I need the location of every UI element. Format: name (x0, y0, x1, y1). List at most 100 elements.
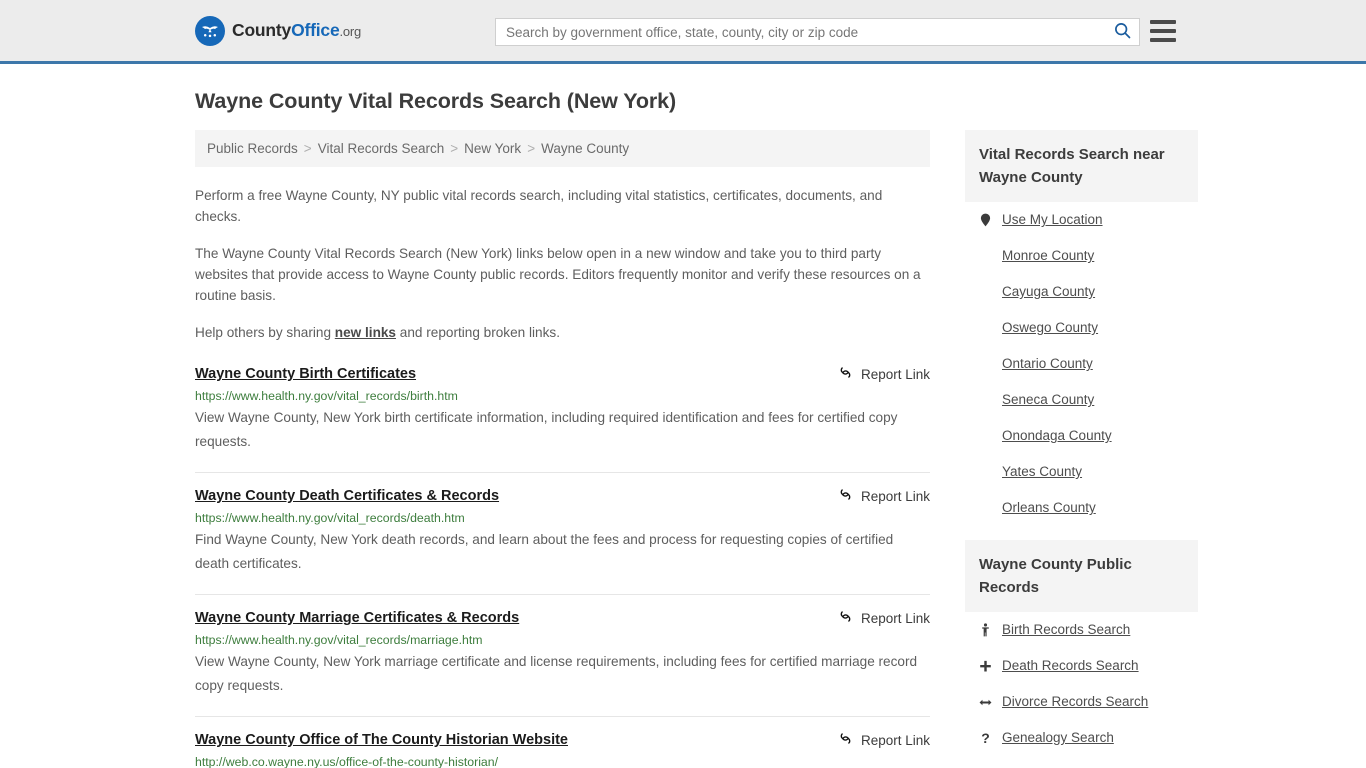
result-header: Wayne County Birth Certificates Report L… (195, 365, 930, 383)
sidebar-item-label[interactable]: Orleans County (1002, 499, 1096, 517)
sidebar-item-marriage-records-search[interactable]: Marriage Records Search (965, 756, 1198, 768)
result-title-link[interactable]: Wayne County Marriage Certificates & Rec… (195, 609, 519, 627)
sidebar-item-death-records-search[interactable]: Death Records Search (965, 648, 1198, 684)
sidebar-item-label[interactable]: Onondaga County (1002, 427, 1112, 445)
main-column: Public Records > Vital Records Search > … (195, 130, 930, 768)
intro-paragraph-1: Perform a free Wayne County, NY public v… (195, 188, 883, 224)
site-logo-text: CountyOffice.org (232, 20, 361, 41)
result-description: Find Wayne County, New York death record… (195, 532, 894, 571)
report-link-button[interactable]: Report Link (838, 731, 930, 749)
breadcrumb-item-public-records[interactable]: Public Records (207, 141, 298, 156)
results-list: Wayne County Birth Certificates Report L… (195, 365, 930, 768)
report-link-label: Report Link (860, 366, 930, 382)
logo-text-part3: .org (339, 24, 362, 39)
sidebar-item-cayuga-county[interactable]: Cayuga County (965, 274, 1198, 310)
result-item: Wayne County Death Certificates & Record… (195, 487, 930, 595)
sidebar-item-divorce-records-search[interactable]: Divorce Records Search (965, 684, 1198, 720)
sidebar-item-orleans-county[interactable]: Orleans County (965, 490, 1198, 526)
breadcrumb-item-wayne-county[interactable]: Wayne County (541, 141, 629, 156)
logo-text-part1: County (232, 20, 292, 40)
sidebar-item-seneca-county[interactable]: Seneca County (965, 382, 1198, 418)
result-header: Wayne County Office of The County Histor… (195, 731, 930, 749)
result-url[interactable]: https://www.health.ny.gov/vital_records/… (195, 632, 930, 648)
eagle-shield-logo-icon (195, 15, 225, 46)
left-right-arrow-icon (979, 697, 992, 708)
search-button[interactable] (1105, 19, 1139, 45)
sidebar-item-onondaga-county[interactable]: Onondaga County (965, 418, 1198, 454)
logo-text-part2: Office (291, 20, 340, 40)
cross-icon (979, 660, 992, 673)
result-title-link[interactable]: Wayne County Death Certificates & Record… (195, 487, 499, 505)
hamburger-bar (1150, 38, 1176, 42)
sidebar-item-label[interactable]: Use My Location (1002, 211, 1103, 229)
breadcrumb-separator: > (450, 141, 459, 156)
search-input[interactable] (496, 19, 1105, 45)
sidebar-item-genealogy-search[interactable]: ? Genealogy Search (965, 720, 1198, 756)
hamburger-menu-icon[interactable] (1150, 20, 1176, 42)
sidebar-item-monroe-county[interactable]: Monroe County (965, 238, 1198, 274)
sidebar-item-yates-county[interactable]: Yates County (965, 454, 1198, 490)
result-url[interactable]: https://www.health.ny.gov/vital_records/… (195, 510, 930, 526)
sidebar-item-use-my-location[interactable]: Use My Location (965, 202, 1198, 238)
page-title: Wayne County Vital Records Search (New Y… (195, 89, 677, 113)
sidebar-item-label[interactable]: Genealogy Search (1002, 729, 1114, 747)
breadcrumb-separator: > (303, 141, 312, 156)
result-title-link[interactable]: Wayne County Office of The County Histor… (195, 731, 568, 749)
magnifier-icon (1114, 22, 1131, 42)
baby-icon (979, 623, 992, 637)
intro-paragraph-3: Help others by sharing new links and rep… (195, 322, 930, 343)
sidebar-item-label[interactable]: Oswego County (1002, 319, 1098, 337)
result-header: Wayne County Marriage Certificates & Rec… (195, 609, 930, 627)
result-description: View Wayne County, New York birth certif… (195, 410, 898, 449)
search-bar[interactable] (495, 18, 1140, 46)
sidebar-block-nearby: Vital Records Search near Wayne County U… (965, 130, 1198, 526)
site-logo[interactable]: CountyOffice.org (195, 15, 361, 46)
sidebar-block-public-records: Wayne County Public Records Birth Record… (965, 540, 1198, 768)
sidebar-item-label[interactable]: Birth Records Search (1002, 621, 1130, 639)
broken-link-icon (838, 365, 853, 383)
sidebar-public-records-title: Wayne County Public Records (965, 540, 1198, 612)
sidebar-item-label[interactable]: Monroe County (1002, 247, 1094, 265)
hamburger-bar (1150, 29, 1176, 33)
report-link-button[interactable]: Report Link (838, 609, 930, 627)
sidebar-item-birth-records-search[interactable]: Birth Records Search (965, 612, 1198, 648)
sidebar-nearby-list: Use My Location Monroe County Cayuga Cou… (965, 202, 1198, 526)
site-header: CountyOffice.org (0, 0, 1366, 64)
sidebar: Vital Records Search near Wayne County U… (965, 130, 1198, 768)
broken-link-icon (838, 487, 853, 505)
sidebar-item-label[interactable]: Seneca County (1002, 391, 1094, 409)
content-columns: Public Records > Vital Records Search > … (195, 130, 1198, 768)
breadcrumb-separator: > (527, 141, 536, 156)
result-description: View Wayne County, New York marriage cer… (195, 654, 918, 693)
sidebar-item-label[interactable]: Yates County (1002, 463, 1082, 481)
sidebar-item-oswego-county[interactable]: Oswego County (965, 310, 1198, 346)
page-container: Wayne County Vital Records Search (New Y… (0, 89, 1366, 768)
sidebar-item-label[interactable]: Cayuga County (1002, 283, 1095, 301)
broken-link-icon (838, 731, 853, 749)
hamburger-bar (1150, 20, 1176, 24)
report-link-label: Report Link (860, 488, 930, 504)
result-header: Wayne County Death Certificates & Record… (195, 487, 930, 505)
result-url[interactable]: http://web.co.wayne.ny.us/office-of-the-… (195, 754, 930, 768)
broken-link-icon (838, 609, 853, 627)
result-title-link[interactable]: Wayne County Birth Certificates (195, 365, 416, 383)
intro-text: Perform a free Wayne County, NY public v… (195, 185, 930, 343)
result-item: Wayne County Birth Certificates Report L… (195, 365, 930, 473)
intro-p3-before: Help others by sharing (195, 325, 335, 340)
intro-p3-after: and reporting broken links. (396, 325, 560, 340)
breadcrumb-item-new-york[interactable]: New York (464, 141, 521, 156)
sidebar-item-label[interactable]: Death Records Search (1002, 657, 1139, 675)
report-link-button[interactable]: Report Link (838, 487, 930, 505)
question-mark-icon: ? (981, 730, 990, 746)
breadcrumb-item-vital-records-search[interactable]: Vital Records Search (318, 141, 445, 156)
result-url[interactable]: https://www.health.ny.gov/vital_records/… (195, 388, 930, 404)
sidebar-item-label[interactable]: Ontario County (1002, 355, 1093, 373)
report-link-button[interactable]: Report Link (838, 365, 930, 383)
report-link-label: Report Link (860, 732, 930, 748)
new-links-link[interactable]: new links (335, 325, 396, 340)
sidebar-item-ontario-county[interactable]: Ontario County (965, 346, 1198, 382)
sidebar-item-label[interactable]: Divorce Records Search (1002, 693, 1148, 711)
sidebar-nearby-title: Vital Records Search near Wayne County (965, 130, 1198, 202)
intro-paragraph-2: The Wayne County Vital Records Search (N… (195, 246, 921, 303)
map-pin-icon (979, 213, 992, 227)
